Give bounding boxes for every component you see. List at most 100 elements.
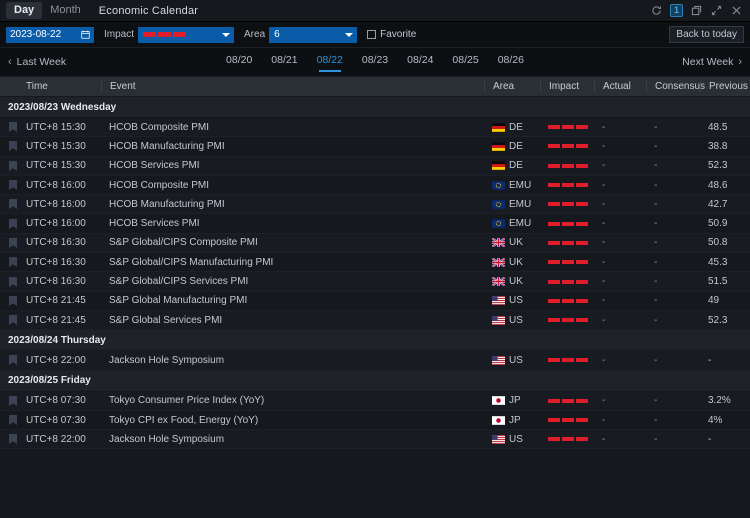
table-row[interactable]: UTC+8 16:30S&P Global/CIPS Manufacturing… xyxy=(0,253,750,272)
favorite-label: Favorite xyxy=(380,29,416,40)
table-row[interactable]: UTC+8 22:00Jackson Hole SymposiumUS--- xyxy=(0,351,750,370)
view-mode-month[interactable]: Month xyxy=(42,2,89,19)
cell-event: S&P Global Manufacturing PMI xyxy=(101,295,484,306)
day-tab-0823[interactable]: 08/23 xyxy=(362,54,388,70)
bookmark-icon[interactable] xyxy=(0,257,26,267)
bookmark-icon[interactable] xyxy=(0,296,26,306)
refresh-icon[interactable] xyxy=(650,4,663,17)
table-row[interactable]: UTC+8 21:45S&P Global Manufacturing PMIU… xyxy=(0,292,750,311)
day-tab-0825[interactable]: 08/25 xyxy=(452,54,478,70)
cell-event: S&P Global/CIPS Composite PMI xyxy=(101,237,484,248)
date-input-value: 2023-08-22 xyxy=(10,29,61,40)
cell-time: UTC+8 16:00 xyxy=(26,218,101,229)
flag-icon-us xyxy=(492,435,505,444)
table-section-header: 2023/08/23 Wednesday xyxy=(0,97,750,118)
bookmark-icon[interactable] xyxy=(0,434,26,444)
header-impact[interactable]: Impact xyxy=(540,81,594,92)
table-row[interactable]: UTC+8 16:30S&P Global/CIPS Services PMIU… xyxy=(0,272,750,291)
cell-consensus: - xyxy=(646,434,700,445)
table-row[interactable]: UTC+8 07:30Tokyo Consumer Price Index (Y… xyxy=(0,392,750,411)
bookmark-icon[interactable] xyxy=(0,315,26,325)
table-row[interactable]: UTC+8 16:00HCOB Manufacturing PMIEMU--42… xyxy=(0,195,750,214)
cell-actual: - xyxy=(594,355,646,366)
cell-time: UTC+8 16:30 xyxy=(26,276,101,287)
table-row[interactable]: UTC+8 16:00HCOB Services PMIEMU--50.9 xyxy=(0,214,750,233)
cell-actual: - xyxy=(594,237,646,248)
date-input[interactable]: 2023-08-22 xyxy=(6,27,94,43)
cell-actual: - xyxy=(594,434,646,445)
cell-area: UK xyxy=(484,237,540,248)
flag-icon-emu xyxy=(492,219,505,228)
page-title: Economic Calendar xyxy=(99,5,198,17)
bookmark-icon[interactable] xyxy=(0,396,26,406)
table-row[interactable]: UTC+8 15:30HCOB Manufacturing PMIDE--38.… xyxy=(0,137,750,156)
cell-area: US xyxy=(484,315,540,326)
close-icon[interactable] xyxy=(730,4,743,17)
bookmark-icon[interactable] xyxy=(0,161,26,171)
cell-event: HCOB Manufacturing PMI xyxy=(101,141,484,152)
window-count-badge[interactable]: 1 xyxy=(670,4,683,17)
table-row[interactable]: UTC+8 16:00HCOB Composite PMIEMU--48.6 xyxy=(0,176,750,195)
bookmark-icon[interactable] xyxy=(0,122,26,132)
table-row[interactable]: UTC+8 15:30HCOB Services PMIDE--52.3 xyxy=(0,157,750,176)
table-row[interactable]: UTC+8 21:45S&P Global Services PMIUS--52… xyxy=(0,311,750,330)
bookmark-icon[interactable] xyxy=(0,199,26,209)
copy-window-icon[interactable] xyxy=(690,4,703,17)
table-row[interactable]: UTC+8 07:30Tokyo CPI ex Food, Energy (Yo… xyxy=(0,411,750,430)
title-bar: Day Month Economic Calendar 1 xyxy=(0,0,750,22)
cell-impact xyxy=(540,418,594,422)
flag-icon-emu xyxy=(492,200,505,209)
impact-bars xyxy=(548,280,594,284)
header-area[interactable]: Area xyxy=(484,81,540,92)
day-tab-0824[interactable]: 08/24 xyxy=(407,54,433,70)
cell-time: UTC+8 07:30 xyxy=(26,395,101,406)
cell-time: UTC+8 15:30 xyxy=(26,141,101,152)
impact-select[interactable] xyxy=(138,27,234,43)
bookmark-icon[interactable] xyxy=(0,238,26,248)
cell-previous: 50.8 xyxy=(700,237,750,248)
bookmark-icon[interactable] xyxy=(0,415,26,425)
cell-event: S&P Global/CIPS Services PMI xyxy=(101,276,484,287)
favorite-checkbox[interactable]: Favorite xyxy=(367,29,416,40)
cell-actual: - xyxy=(594,199,646,210)
cell-area: JP xyxy=(484,395,540,406)
view-mode-day[interactable]: Day xyxy=(6,2,42,19)
bookmark-icon[interactable] xyxy=(0,141,26,151)
cell-area-label: EMU xyxy=(509,199,531,210)
day-tab-0826[interactable]: 08/26 xyxy=(498,54,524,70)
area-select[interactable]: 6 xyxy=(269,27,357,43)
table-row[interactable]: UTC+8 16:30S&P Global/CIPS Composite PMI… xyxy=(0,234,750,253)
view-mode-toggle[interactable]: Day Month xyxy=(6,2,89,19)
header-previous[interactable]: Previous xyxy=(700,81,750,92)
cell-time: UTC+8 15:30 xyxy=(26,160,101,171)
impact-bars xyxy=(548,399,594,403)
cell-actual: - xyxy=(594,315,646,326)
cell-actual: - xyxy=(594,415,646,426)
bookmark-icon[interactable] xyxy=(0,355,26,365)
cell-previous: 48.6 xyxy=(700,180,750,191)
impact-bars xyxy=(548,241,594,245)
back-to-today-button[interactable]: Back to today xyxy=(669,26,744,43)
cell-previous: 48.5 xyxy=(700,122,750,133)
cell-area-label: US xyxy=(509,434,523,445)
cell-previous: 42.7 xyxy=(700,199,750,210)
day-tab-0820[interactable]: 08/20 xyxy=(226,54,252,70)
table-body: 2023/08/23 WednesdayUTC+8 15:30HCOB Comp… xyxy=(0,97,750,518)
header-actual[interactable]: Actual xyxy=(594,81,646,92)
bookmark-icon[interactable] xyxy=(0,277,26,287)
cell-previous: - xyxy=(700,355,750,366)
cell-previous: 52.3 xyxy=(700,160,750,171)
header-consensus[interactable]: Consensus xyxy=(646,81,700,92)
header-time[interactable]: Time xyxy=(26,81,101,92)
bookmark-icon[interactable] xyxy=(0,219,26,229)
flag-icon-de xyxy=(492,142,505,151)
cell-actual: - xyxy=(594,160,646,171)
impact-bars xyxy=(548,418,594,422)
day-tab-0822[interactable]: 08/22 xyxy=(317,54,343,70)
header-event[interactable]: Event xyxy=(101,81,484,92)
day-tab-0821[interactable]: 08/21 xyxy=(271,54,297,70)
table-row[interactable]: UTC+8 15:30HCOB Composite PMIDE--48.5 xyxy=(0,118,750,137)
bookmark-icon[interactable] xyxy=(0,180,26,190)
expand-icon[interactable] xyxy=(710,4,723,17)
table-row[interactable]: UTC+8 22:00Jackson Hole SymposiumUS--- xyxy=(0,430,750,449)
